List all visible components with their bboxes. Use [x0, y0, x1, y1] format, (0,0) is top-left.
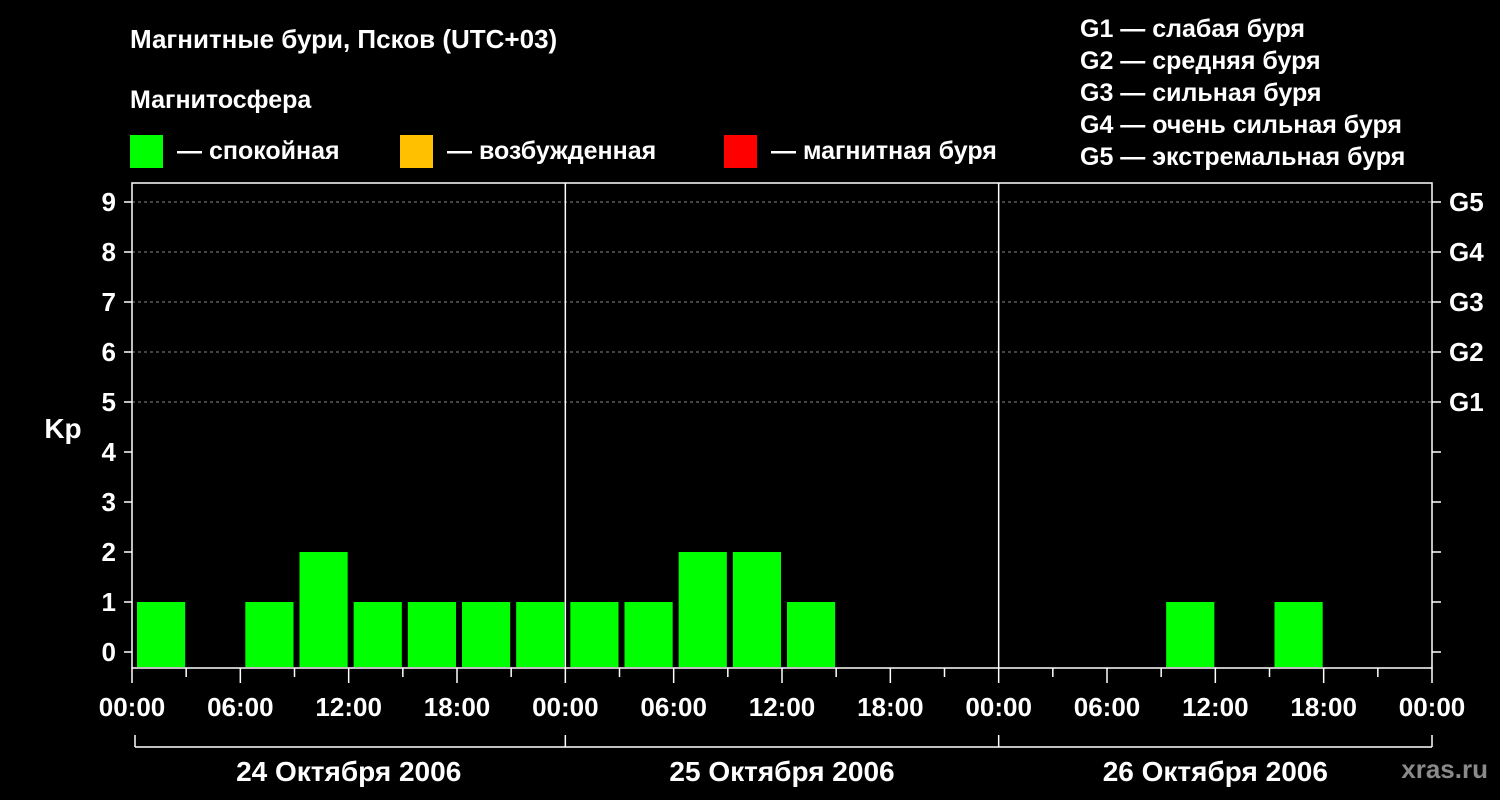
kp-bar	[787, 602, 836, 667]
kp-bar	[137, 602, 186, 667]
kp-bar	[245, 602, 294, 667]
x-tick-label: 00:00	[99, 692, 166, 722]
kp-bar	[570, 602, 619, 667]
storm-level-tick-label: G3	[1449, 287, 1484, 317]
x-tick-label: 06:00	[207, 692, 274, 722]
y-axis-label: Kp	[44, 413, 81, 444]
kp-bar-chart: 0 1 2 3 4 5 6 7 8 9 G1 G2 G3 G4 G5 Kp 00:00 06:00 12:00 18:…	[44, 182, 1484, 787]
x-tick-label: 00:00	[1399, 692, 1466, 722]
watermark: xras.ru	[1401, 754, 1488, 784]
storm-level-tick-label: G5	[1449, 187, 1484, 217]
y-tick-label: 2	[102, 537, 116, 567]
kp-bar	[624, 602, 673, 667]
kp-bar	[353, 602, 402, 667]
kp-bar	[462, 602, 511, 667]
x-tick-label: 18:00	[424, 692, 491, 722]
kp-bar	[516, 602, 565, 667]
storm-level-tick-label: G2	[1449, 337, 1484, 367]
storm-level-tick-label: G1	[1449, 387, 1484, 417]
y-tick-label: 4	[102, 437, 117, 467]
y-tick-label: 0	[102, 637, 116, 667]
storm-level-tick-label: G4	[1449, 237, 1484, 267]
date-label: 26 Октября 2006	[1103, 756, 1328, 787]
x-tick-label: 12:00	[315, 692, 382, 722]
kp-bar	[299, 552, 348, 667]
x-tick-label: 00:00	[532, 692, 599, 722]
kp-bar	[732, 552, 781, 667]
date-label: 25 Октября 2006	[669, 756, 894, 787]
y-tick-label: 9	[102, 187, 116, 217]
x-tick-label: 06:00	[640, 692, 707, 722]
x-tick-label: 18:00	[1290, 692, 1357, 722]
date-label: 24 Октября 2006	[236, 756, 461, 787]
kp-bar	[1166, 602, 1215, 667]
x-tick-label: 12:00	[1182, 692, 1249, 722]
kp-bar	[678, 552, 727, 667]
x-tick-label: 18:00	[857, 692, 924, 722]
y-tick-label: 8	[102, 237, 116, 267]
y-tick-label: 3	[102, 487, 116, 517]
y-tick-label: 5	[102, 387, 116, 417]
y-tick-label: 1	[102, 587, 116, 617]
x-tick-label: 12:00	[749, 692, 816, 722]
y-tick-label: 6	[102, 337, 116, 367]
kp-bar	[1274, 602, 1323, 667]
x-tick-label: 00:00	[965, 692, 1032, 722]
kp-bar	[407, 602, 456, 667]
x-tick-label: 06:00	[1074, 692, 1141, 722]
y-tick-label: 7	[102, 287, 116, 317]
